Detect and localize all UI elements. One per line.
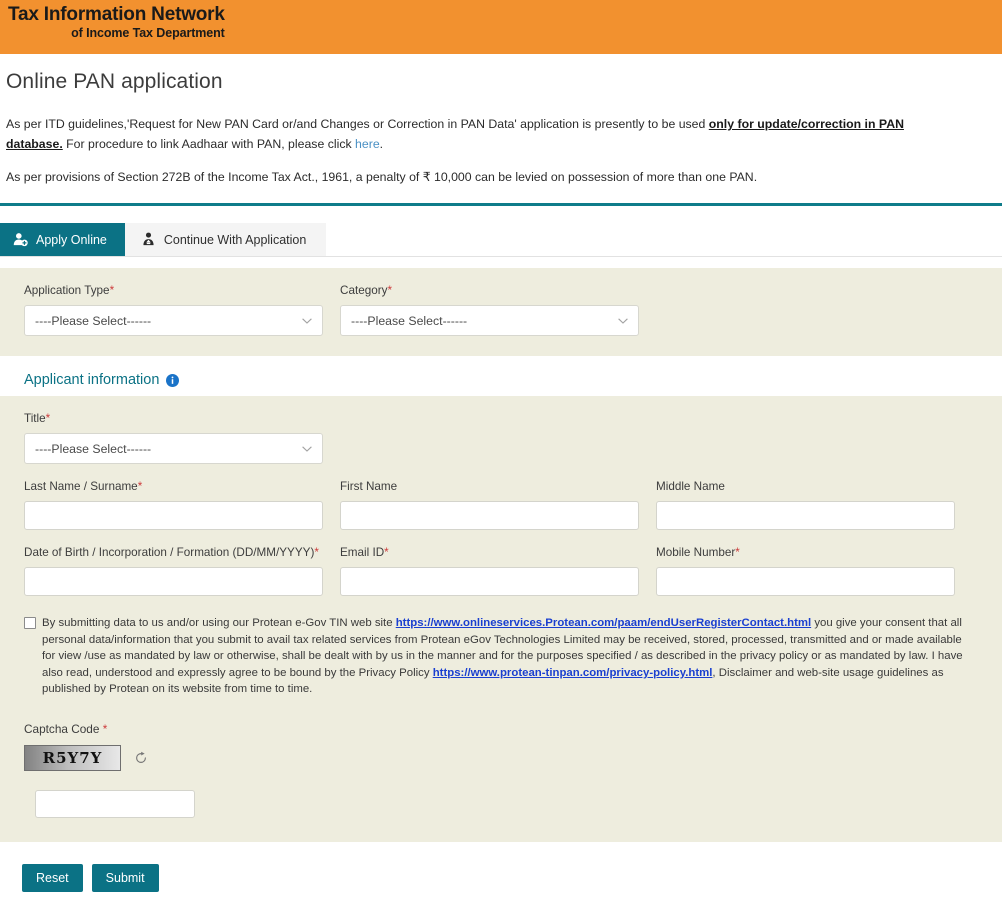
contact-row: Date of Birth / Incorporation / Formatio… bbox=[24, 546, 978, 596]
applicant-information-title: Applicant information bbox=[24, 372, 160, 388]
tin-logo: Tax Information Network of Income Tax De… bbox=[8, 5, 225, 40]
required-asterisk: * bbox=[384, 546, 389, 559]
application-type-label-text: Application Type bbox=[24, 284, 110, 297]
field-application-type: Application Type* ----Please Select-----… bbox=[24, 284, 323, 336]
mobile-number-label-text: Mobile Number bbox=[656, 546, 736, 559]
name-row: Last Name / Surname* First Name Middle N… bbox=[24, 480, 978, 530]
required-asterisk: * bbox=[735, 546, 740, 559]
consent-checkbox[interactable] bbox=[24, 617, 36, 629]
user-add-icon bbox=[13, 232, 28, 247]
field-middle-name: Middle Name bbox=[656, 480, 955, 530]
application-type-label: Application Type* bbox=[24, 284, 323, 297]
last-name-label: Last Name / Surname* bbox=[24, 480, 323, 493]
tab-apply-online[interactable]: Apply Online bbox=[0, 223, 125, 256]
applicant-information-heading: Applicant information bbox=[0, 356, 1002, 388]
field-title: Title* ----Please Select------ bbox=[24, 412, 323, 464]
first-name-label: First Name bbox=[340, 480, 398, 493]
tab-bar: Apply Online Continue With Application bbox=[0, 223, 1002, 257]
title-label: Title* bbox=[24, 412, 323, 425]
captcha-image: R5Y7Y bbox=[24, 744, 121, 771]
user-upload-icon bbox=[141, 232, 156, 247]
captcha-label-text: Captcha Code bbox=[24, 721, 103, 736]
intro-text-after: For procedure to link Aadhaar with PAN, … bbox=[62, 137, 356, 151]
chevron-down-icon bbox=[618, 317, 628, 324]
consent-link-privacy-policy[interactable]: https://www.protean-tinpan.com/privacy-p… bbox=[433, 667, 713, 679]
page-title: Online PAN application bbox=[6, 70, 223, 93]
application-type-row: Application Type* ----Please Select-----… bbox=[24, 284, 978, 336]
date-of-birth-label: Date of Birth / Incorporation / Formatio… bbox=[24, 546, 323, 559]
site-header-banner: Tax Information Network of Income Tax De… bbox=[0, 0, 1002, 54]
tab-continue-with-application-label: Continue With Application bbox=[163, 232, 307, 247]
required-asterisk: * bbox=[137, 480, 143, 493]
captcha-label: Captcha Code * bbox=[24, 722, 978, 736]
intro-text-end: . bbox=[379, 137, 384, 151]
consent-text: By submitting data to us and/or using ou… bbox=[42, 615, 978, 698]
application-type-select[interactable]: ----Please Select------ bbox=[24, 305, 323, 336]
field-email-id: Email ID* bbox=[340, 546, 639, 596]
captcha-input[interactable] bbox=[35, 789, 195, 818]
tabs-divider: Apply Online Continue With Application bbox=[0, 203, 1002, 257]
required-asterisk: * bbox=[314, 546, 319, 559]
email-id-input[interactable] bbox=[340, 567, 639, 596]
date-of-birth-input[interactable] bbox=[24, 567, 323, 596]
email-id-label-text: Email ID bbox=[340, 546, 385, 559]
category-select[interactable]: ----Please Select------ bbox=[340, 305, 639, 336]
field-category: Category* ----Please Select------ bbox=[340, 284, 639, 336]
middle-name-label: Middle Name bbox=[656, 480, 725, 493]
field-date-of-birth: Date of Birth / Incorporation / Formatio… bbox=[24, 546, 323, 596]
submit-button[interactable]: Submit bbox=[91, 863, 159, 892]
application-type-panel: Application Type* ----Please Select-----… bbox=[0, 268, 1002, 356]
field-last-name: Last Name / Surname* bbox=[24, 480, 323, 530]
captcha-row: R5Y7Y bbox=[24, 744, 978, 771]
tab-continue-with-application[interactable]: Continue With Application bbox=[124, 223, 327, 256]
middle-name-input[interactable] bbox=[656, 501, 955, 530]
logo-secondary-text: of Income Tax Department bbox=[71, 26, 225, 40]
required-asterisk: * bbox=[45, 412, 51, 425]
category-label-text: Category bbox=[340, 284, 388, 297]
form-action-buttons: Reset Submit bbox=[0, 842, 1002, 892]
captcha-block: Captcha Code * R5Y7Y bbox=[24, 722, 978, 818]
intro-text-before: As per ITD guidelines,'Request for New P… bbox=[6, 117, 709, 131]
email-id-label: Email ID* bbox=[340, 546, 639, 559]
last-name-label-text: Last Name / Surname bbox=[24, 480, 138, 493]
date-of-birth-label-text: Date of Birth / Incorporation / Formatio… bbox=[24, 546, 315, 559]
title-label-text: Title bbox=[24, 412, 46, 425]
consent-text-part1: By submitting data to us and/or using ou… bbox=[42, 617, 396, 629]
mobile-number-label: Mobile Number* bbox=[656, 546, 955, 559]
first-name-input[interactable] bbox=[340, 501, 639, 530]
title-selected-value: ----Please Select------ bbox=[35, 441, 152, 456]
consent-link-onlineservices[interactable]: https://www.onlineservices.Protean.com/p… bbox=[396, 617, 811, 629]
logo-primary-text: Tax Information Network bbox=[8, 4, 225, 25]
required-asterisk: * bbox=[102, 721, 108, 736]
reset-button[interactable]: Reset bbox=[22, 863, 83, 892]
refresh-icon[interactable] bbox=[134, 751, 148, 765]
category-label: Category* bbox=[340, 284, 639, 297]
required-asterisk: * bbox=[109, 284, 115, 297]
last-name-input[interactable] bbox=[24, 501, 323, 530]
chevron-down-icon bbox=[302, 445, 312, 452]
field-first-name: First Name bbox=[340, 480, 639, 530]
aadhaar-link-here[interactable]: here bbox=[355, 137, 380, 151]
field-mobile-number: Mobile Number* bbox=[656, 546, 955, 596]
mobile-number-input[interactable] bbox=[656, 567, 955, 596]
title-row: Title* ----Please Select------ bbox=[24, 412, 978, 464]
info-icon[interactable] bbox=[166, 373, 180, 387]
tab-apply-online-label: Apply Online bbox=[36, 232, 107, 247]
intro-paragraph-guidelines: As per ITD guidelines,'Request for New P… bbox=[0, 114, 1002, 154]
title-select[interactable]: ----Please Select------ bbox=[24, 433, 323, 464]
category-selected-value: ----Please Select------ bbox=[351, 313, 468, 328]
required-asterisk: * bbox=[387, 284, 392, 297]
chevron-down-icon bbox=[302, 317, 312, 324]
consent-block: By submitting data to us and/or using ou… bbox=[24, 615, 978, 698]
applicant-information-panel: Title* ----Please Select------ Last Name… bbox=[0, 396, 1002, 842]
intro-paragraph-penalty: As per provisions of Section 272B of the… bbox=[6, 170, 758, 184]
application-type-selected-value: ----Please Select------ bbox=[35, 313, 152, 328]
